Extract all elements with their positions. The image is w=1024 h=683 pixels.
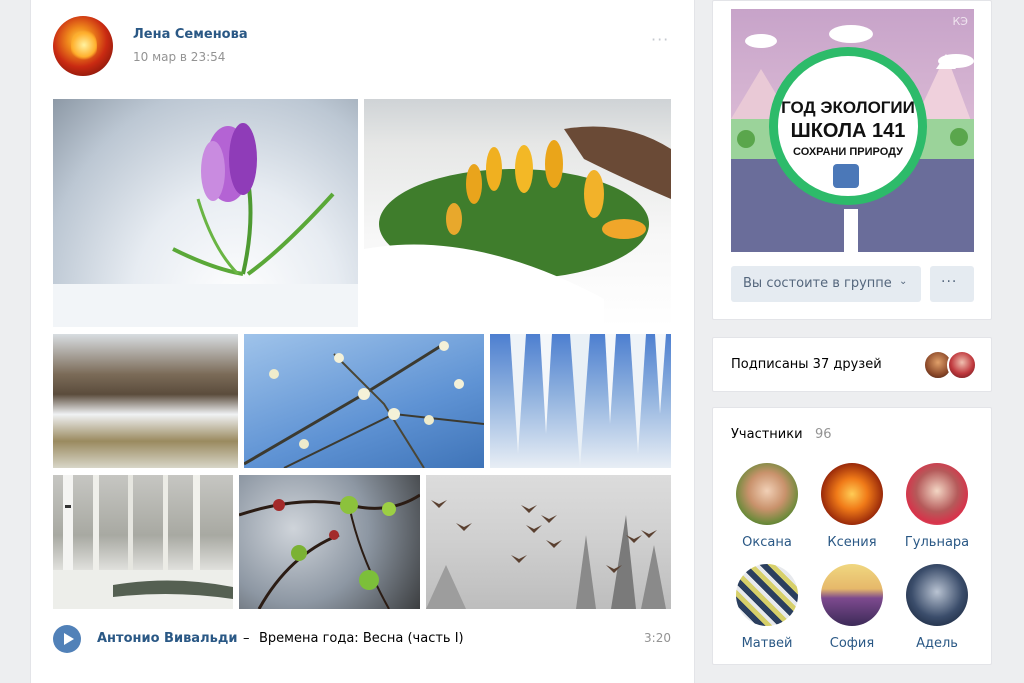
- author-name[interactable]: Лена Семенова: [133, 27, 248, 42]
- members-card: Участники 96 Оксана Ксения Гульнара Матв…: [712, 407, 992, 665]
- cover-line3: СОХРАНИ ПРИРОДУ: [793, 146, 903, 158]
- avatar[interactable]: [906, 463, 968, 525]
- member-name[interactable]: Гульнара: [895, 535, 979, 550]
- avatar[interactable]: [736, 564, 798, 626]
- post-more-icon[interactable]: ···: [651, 30, 669, 49]
- member-item[interactable]: Гульнара: [895, 463, 979, 550]
- friends-subscribed-label[interactable]: Подписаны 37 друзей: [731, 357, 882, 372]
- member-item[interactable]: Оксана: [725, 463, 809, 550]
- members-count: 96: [815, 427, 832, 442]
- friend-avatar: [947, 350, 977, 380]
- photo-birds[interactable]: [426, 475, 671, 609]
- post-date[interactable]: 10 мар в 23:54: [133, 50, 225, 64]
- photo-crocus[interactable]: [53, 99, 358, 327]
- birds-drawing: [426, 500, 666, 609]
- audio-duration: 3:20: [644, 631, 671, 645]
- photo-icicles[interactable]: [490, 334, 671, 468]
- audio-title: Времена года: Весна (часть I): [259, 631, 464, 646]
- member-item[interactable]: Адель: [895, 564, 979, 651]
- icicles-drawing: [510, 334, 666, 468]
- member-name[interactable]: Ксения: [810, 535, 894, 550]
- friends-card[interactable]: Подписаны 37 друзей: [712, 337, 992, 392]
- photo-birch-forest[interactable]: [53, 475, 233, 609]
- avatar[interactable]: [821, 564, 883, 626]
- group-more-button[interactable]: ···: [930, 266, 974, 302]
- member-name[interactable]: Адель: [895, 636, 979, 651]
- buds-drawing: [239, 493, 420, 609]
- avatar[interactable]: [736, 463, 798, 525]
- photo-stream[interactable]: [53, 334, 238, 468]
- member-name[interactable]: Матвей: [725, 636, 809, 651]
- logo-ring: ГОД ЭКОЛОГИИ ШКОЛА 141 СОХРАНИ ПРИРОДУ: [769, 47, 927, 205]
- member-item[interactable]: София: [810, 564, 894, 651]
- audio-attachment: Антонио Вивальди – Времена года: Весна (…: [53, 625, 671, 653]
- audio-separator: –: [243, 631, 250, 646]
- member-item[interactable]: Ксения: [810, 463, 894, 550]
- group-cover-card: ГОД ЭКОЛОГИИ ШКОЛА 141 СОХРАНИ ПРИРОДУ К…: [712, 0, 992, 320]
- yellow-crocus-drawing: [364, 126, 671, 327]
- wall-post: Лена Семенова 10 мар в 23:54 ··· Антонио…: [30, 0, 695, 683]
- road-lane: [844, 209, 858, 252]
- birch-drawing: [53, 475, 233, 609]
- audio-artist[interactable]: Антонио Вивальди: [97, 631, 237, 646]
- photo-buds[interactable]: [239, 475, 420, 609]
- cover-watermark: КЭ: [952, 15, 969, 28]
- play-icon[interactable]: [53, 625, 81, 653]
- member-name[interactable]: Оксана: [725, 535, 809, 550]
- avatar[interactable]: [821, 463, 883, 525]
- photo-blossom[interactable]: [244, 334, 484, 468]
- avatar[interactable]: [906, 564, 968, 626]
- thumbs-up-icon: [833, 164, 859, 188]
- chevron-down-icon: ⌄: [899, 276, 908, 287]
- cover-line1: ГОД ЭКОЛОГИИ: [781, 98, 915, 117]
- member-name[interactable]: София: [810, 636, 894, 651]
- member-item[interactable]: Матвей: [725, 564, 809, 651]
- crocus-drawing: [53, 123, 358, 327]
- branch-drawing: [244, 341, 484, 468]
- cover-line2: ШКОЛА 141: [790, 120, 906, 142]
- group-cover[interactable]: ГОД ЭКОЛОГИИ ШКОЛА 141 СОХРАНИ ПРИРОДУ К…: [731, 9, 974, 252]
- photo-yellow-crocuses[interactable]: [364, 99, 671, 327]
- author-avatar[interactable]: [53, 16, 113, 76]
- more-icon: ···: [941, 274, 958, 290]
- members-title[interactable]: Участники: [731, 427, 803, 442]
- member-status-button[interactable]: Вы состоите в группе ⌄: [731, 266, 921, 302]
- member-status-label: Вы состоите в группе: [743, 276, 892, 291]
